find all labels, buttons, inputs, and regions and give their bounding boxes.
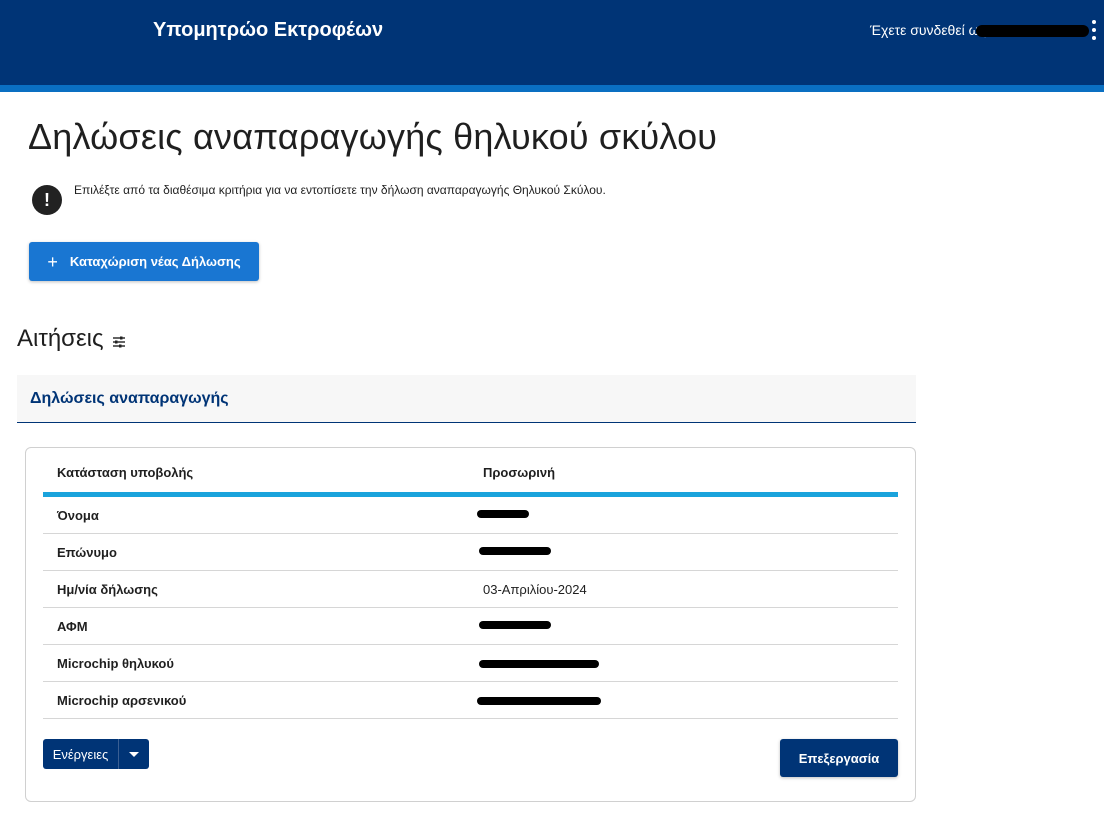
first-name-label: Όνομα bbox=[57, 508, 99, 523]
new-declaration-label: Καταχώριση νέας Δήλωσης bbox=[69, 254, 241, 269]
login-status-text: Έχετε συνδεθεί ως bbox=[870, 22, 987, 38]
status-row: Κατάσταση υποβολής Προσωρινή bbox=[43, 448, 898, 497]
top-bar: Υπομητρώο Εκτροφέων Έχετε συνδεθεί ως bbox=[0, 0, 1104, 85]
status-label: Κατάσταση υποβολής bbox=[57, 465, 194, 480]
redacted-male-microchip bbox=[477, 697, 601, 705]
table-row: ΑΦΜ bbox=[43, 608, 898, 645]
edit-button[interactable]: Επεξεργασία bbox=[780, 739, 898, 777]
info-message: Επιλέξτε από τα διαθέσιμα κριτήρια για ν… bbox=[74, 183, 606, 197]
table-row: Ημ/νία δήλωσης 03-Απριλίου-2024 bbox=[43, 571, 898, 608]
exclamation-circle-icon: ! bbox=[32, 185, 62, 215]
section-heading: Αιτήσεις bbox=[17, 323, 126, 355]
table-row: Όνομα bbox=[43, 497, 898, 534]
kebab-menu-icon[interactable] bbox=[1090, 20, 1098, 40]
filter-sliders-icon[interactable] bbox=[112, 327, 126, 355]
redacted-first-name bbox=[477, 510, 529, 518]
actions-dropdown: Ενέργειες bbox=[43, 739, 149, 769]
declaration-date-value: 03-Απριλίου-2024 bbox=[483, 582, 587, 597]
declaration-card: Κατάσταση υποβολής Προσωρινή Όνομα Επώνυ… bbox=[25, 447, 916, 802]
table-row: Επώνυμο bbox=[43, 534, 898, 571]
new-declaration-button[interactable]: + Καταχώριση νέας Δήλωσης bbox=[29, 242, 259, 281]
header-accent-stripe bbox=[0, 85, 1104, 92]
last-name-label: Επώνυμο bbox=[57, 545, 117, 560]
app-title: Υπομητρώο Εκτροφέων bbox=[153, 19, 384, 41]
declaration-date-label: Ημ/νία δήλωσης bbox=[57, 582, 158, 597]
plus-icon: + bbox=[47, 251, 58, 272]
actions-button[interactable]: Ενέργειες bbox=[43, 739, 119, 769]
female-microchip-label: Microchip θηλυκού bbox=[57, 656, 174, 671]
table-row: Microchip θηλυκού bbox=[43, 645, 898, 682]
status-value: Προσωρινή bbox=[483, 465, 556, 480]
redacted-tax-id bbox=[479, 621, 551, 629]
tab-reproduction-declarations[interactable]: Δηλώσεις αναπαραγωγής bbox=[17, 375, 916, 423]
section-title: Αιτήσεις bbox=[17, 325, 104, 352]
table-row: Microchip αρσενικού bbox=[43, 682, 898, 719]
page-title: Δηλώσεις αναπαραγωγής θηλυκού σκύλου bbox=[28, 116, 718, 157]
tab-label: Δηλώσεις αναπαραγωγής bbox=[30, 390, 229, 407]
tax-id-label: ΑΦΜ bbox=[57, 619, 88, 634]
male-microchip-label: Microchip αρσενικού bbox=[57, 693, 187, 708]
redacted-female-microchip bbox=[479, 660, 599, 668]
caret-down-icon[interactable] bbox=[119, 739, 149, 769]
redacted-last-name bbox=[479, 547, 551, 555]
redacted-username bbox=[976, 25, 1089, 37]
